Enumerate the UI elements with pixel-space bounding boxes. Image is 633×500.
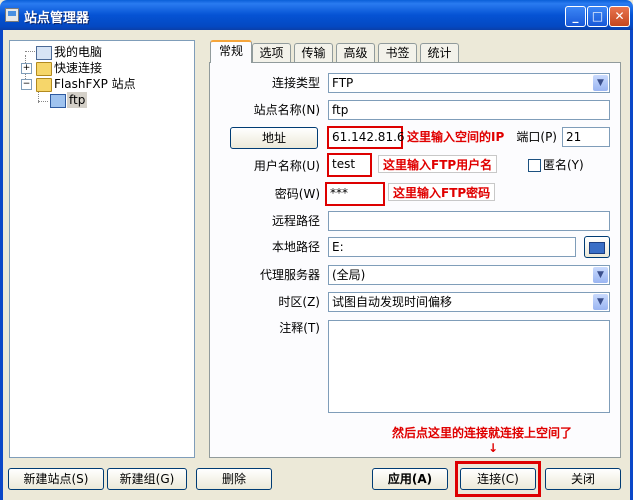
- collapse-icon[interactable]: −: [21, 79, 32, 90]
- tree-line: [25, 51, 35, 52]
- apply-button[interactable]: 应用(A): [372, 468, 448, 490]
- tab-general[interactable]: 常规: [210, 40, 252, 63]
- computer-icon: [36, 46, 52, 60]
- address-button[interactable]: 地址: [230, 127, 318, 149]
- connection-type-select[interactable]: FTP ▼: [328, 73, 610, 93]
- tree-item-label: 快速连接: [54, 61, 103, 75]
- chevron-down-icon[interactable]: ▼: [593, 75, 608, 91]
- window-title: 站点管理器: [24, 11, 90, 26]
- app-icon: [5, 8, 19, 22]
- expand-icon[interactable]: +: [21, 63, 32, 74]
- connection-type-value: FTP: [332, 76, 354, 90]
- password-input[interactable]: ***: [325, 182, 385, 206]
- tab-statistics[interactable]: 统计: [420, 43, 459, 62]
- username-label: 用户名称(U): [253, 159, 320, 173]
- proxy-select[interactable]: (全局) ▼: [328, 265, 610, 285]
- tree-item-label: 我的电脑: [54, 45, 103, 59]
- port-label: 端口(P): [516, 130, 557, 144]
- remote-path-label: 远程路径: [271, 214, 320, 228]
- password-label: 密码(W): [274, 187, 320, 201]
- site-name-label: 站点名称(N): [253, 103, 320, 117]
- minimize-button[interactable]: _: [565, 6, 586, 27]
- close-button[interactable]: 关闭: [545, 468, 621, 490]
- folder-icon: [36, 78, 52, 92]
- timezone-select[interactable]: 试图自动发现时间偏移 ▼: [328, 292, 610, 312]
- title-bar[interactable]: [0, 0, 633, 30]
- site-name-input[interactable]: ftp: [328, 100, 610, 120]
- port-input[interactable]: 21: [562, 127, 610, 147]
- arrow-down-icon: ↓: [488, 441, 499, 455]
- chevron-down-icon[interactable]: ▼: [593, 294, 608, 310]
- timezone-value: 试图自动发现时间偏移: [332, 295, 453, 309]
- remote-path-input[interactable]: [328, 211, 610, 231]
- annotation-ip: 这里输入空间的IP: [407, 130, 505, 144]
- monitor-icon: [50, 94, 66, 108]
- chevron-down-icon[interactable]: ▼: [593, 267, 608, 283]
- folder-icon: [589, 241, 605, 254]
- timezone-label: 时区(Z): [278, 295, 320, 309]
- proxy-value: (全局): [332, 268, 366, 282]
- address-input[interactable]: 61.142.81.6: [327, 126, 405, 149]
- new-group-button[interactable]: 新建组(G): [107, 468, 187, 490]
- connection-type-label: 连接类型: [271, 76, 320, 90]
- proxy-label: 代理服务器: [259, 268, 320, 282]
- window-border-left: [0, 30, 3, 500]
- tree-item-label: FlashFXP 站点: [54, 77, 136, 91]
- username-input[interactable]: test: [327, 153, 372, 177]
- annotation-connect: 然后点这里的连接就连接上空间了: [392, 426, 573, 440]
- tab-options[interactable]: 选项: [252, 43, 291, 62]
- delete-button[interactable]: 删除: [196, 468, 272, 490]
- anonymous-checkbox[interactable]: [528, 159, 541, 172]
- tab-advanced[interactable]: 高级: [336, 43, 375, 62]
- annotation-password: 这里输入FTP密码: [388, 183, 496, 201]
- notes-label: 注释(T): [279, 321, 320, 335]
- site-tree[interactable]: 我的电脑 + 快速连接 − FlashFXP 站点 ftp: [9, 40, 195, 458]
- new-site-button[interactable]: 新建站点(S): [8, 468, 104, 490]
- notes-textarea[interactable]: [328, 320, 610, 413]
- browse-folder-button[interactable]: [584, 236, 610, 258]
- anonymous-label: 匿名(Y): [543, 158, 584, 172]
- local-path-input[interactable]: E:: [328, 237, 576, 257]
- annotation-username: 这里输入FTP用户名: [378, 155, 498, 173]
- tree-item-label: ftp: [67, 92, 88, 108]
- connect-button[interactable]: 连接(C): [460, 468, 536, 490]
- local-path-label: 本地路径: [271, 240, 320, 254]
- tree-line: [38, 101, 48, 102]
- tab-transfer[interactable]: 传输: [294, 43, 333, 62]
- maximize-button[interactable]: □: [587, 6, 608, 27]
- close-window-button[interactable]: ✕: [609, 6, 630, 27]
- folder-icon: [36, 62, 52, 76]
- tab-bookmarks[interactable]: 书签: [378, 43, 417, 62]
